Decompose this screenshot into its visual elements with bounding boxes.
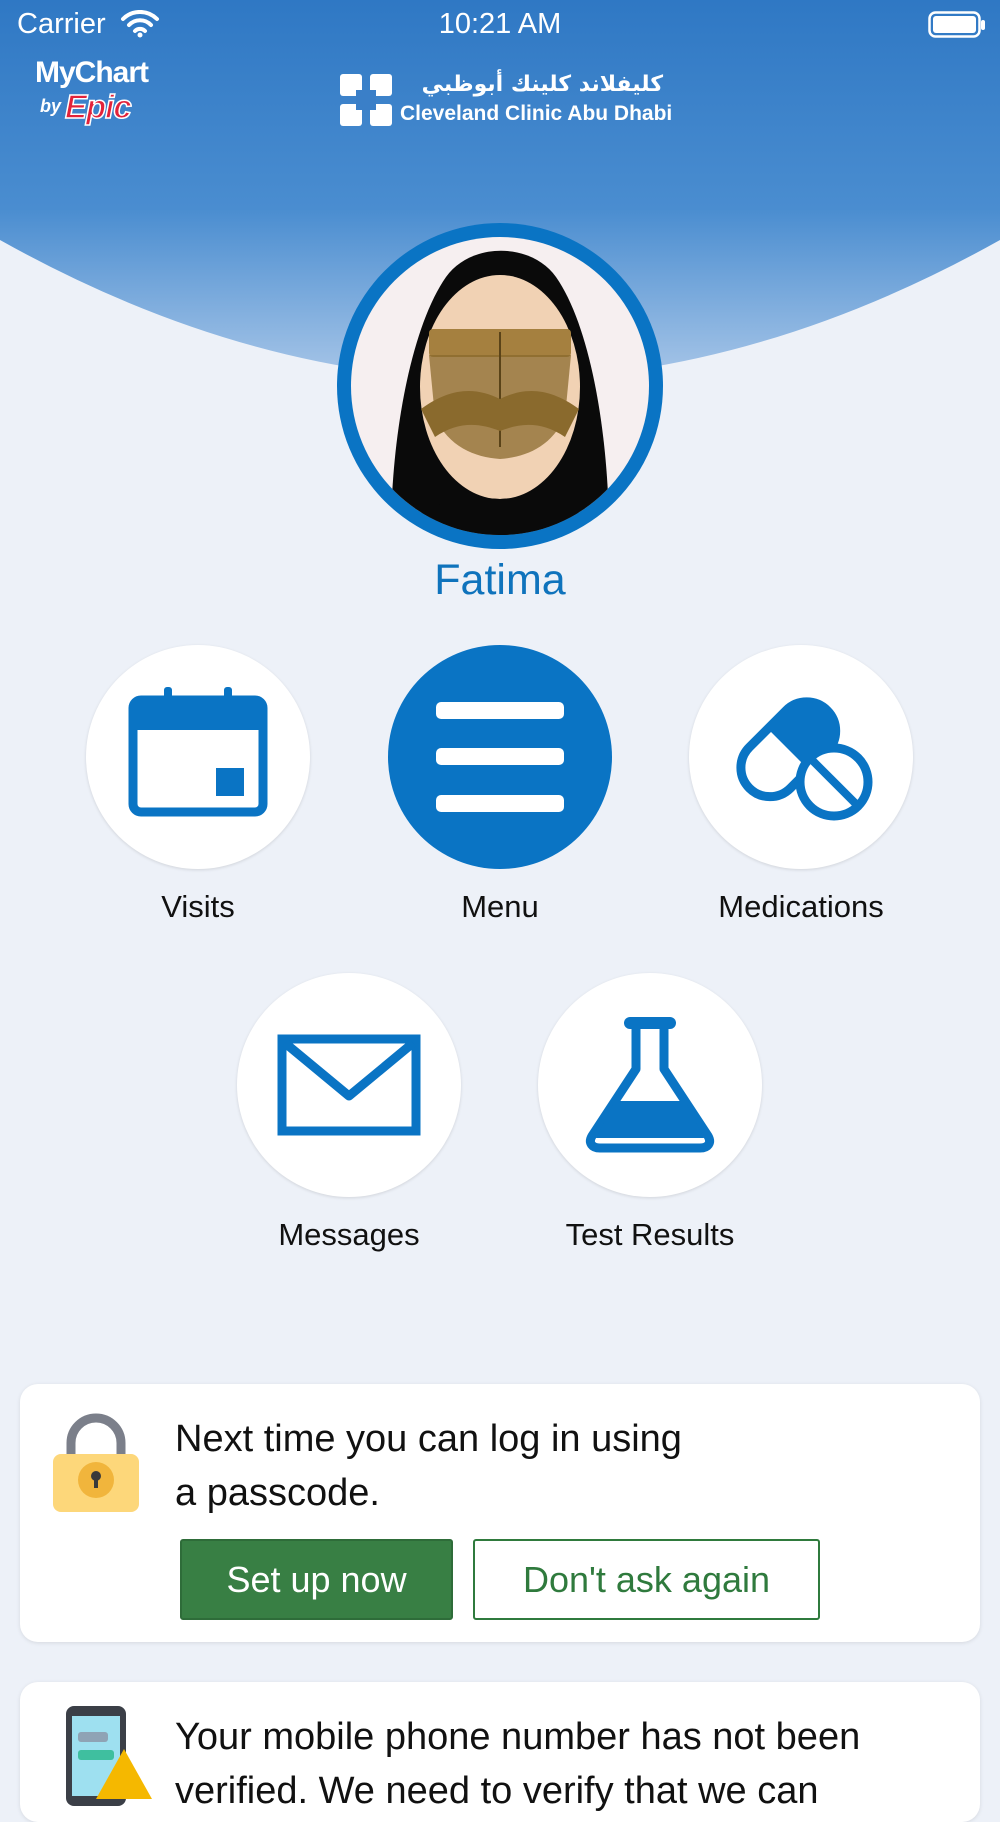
passcode-card: Next time you can log in using a passcod… [20,1384,980,1642]
mychart-logo-by: by [40,96,62,116]
medications-label: Medications [718,889,884,924]
test-results-label: Test Results [565,1217,735,1252]
phone-verification-message: Your mobile phone number has not been ve… [175,1710,895,1818]
calendar-icon [128,687,268,817]
clock: 10:21 AM [438,8,562,40]
passcode-message-line1: Next time you can log in using [175,1418,682,1460]
battery-icon [928,11,985,38]
phone-verification-card[interactable]: Your mobile phone number has not been ve… [20,1682,980,1822]
patient-avatar[interactable] [337,223,663,549]
mychart-logo: MyChart by Epic [30,56,160,126]
test-results-button[interactable] [538,973,762,1197]
clinic-logo: كليفلاند كلينك أبوظبي Cleveland Clinic A… [340,72,673,132]
envelope-icon [277,1034,421,1136]
pill-icon [736,697,873,821]
messages-button[interactable] [237,973,461,1197]
mychart-logo-text: MyChart [35,56,149,89]
clinic-cross-icon [340,74,392,126]
messages-label: Messages [278,1217,420,1252]
menu-label: Menu [461,889,539,924]
padlock-icon [53,1413,139,1512]
visits-button[interactable] [86,645,310,869]
phone-message-line1: Your mobile phone number has not been [175,1716,861,1758]
passcode-message: Next time you can log in using a passcod… [175,1412,895,1520]
passcode-message-line2: a passcode. [175,1472,380,1514]
phone-message-line2: verified. We need to verify that we can [175,1770,819,1812]
visits-label: Visits [161,889,235,924]
avatar-illustration [351,237,649,535]
phone-warning-icon [66,1706,152,1806]
hamburger-menu-icon [436,702,564,812]
flask-icon [585,1017,715,1153]
clinic-name-english: Cleveland Clinic Abu Dhabi [400,102,673,125]
medications-button[interactable] [689,645,913,869]
menu-button[interactable] [388,645,612,869]
clinic-name-arabic: كليفلاند كلينك أبوظبي [421,72,663,97]
epic-logo-text: Epic [64,87,132,126]
set-up-now-button[interactable]: Set up now [180,1539,453,1620]
status-bar: Carrier 10:21 AM [0,0,1000,50]
dont-ask-again-button[interactable]: Don't ask again [473,1539,820,1620]
patient-name: Fatima [434,556,566,604]
